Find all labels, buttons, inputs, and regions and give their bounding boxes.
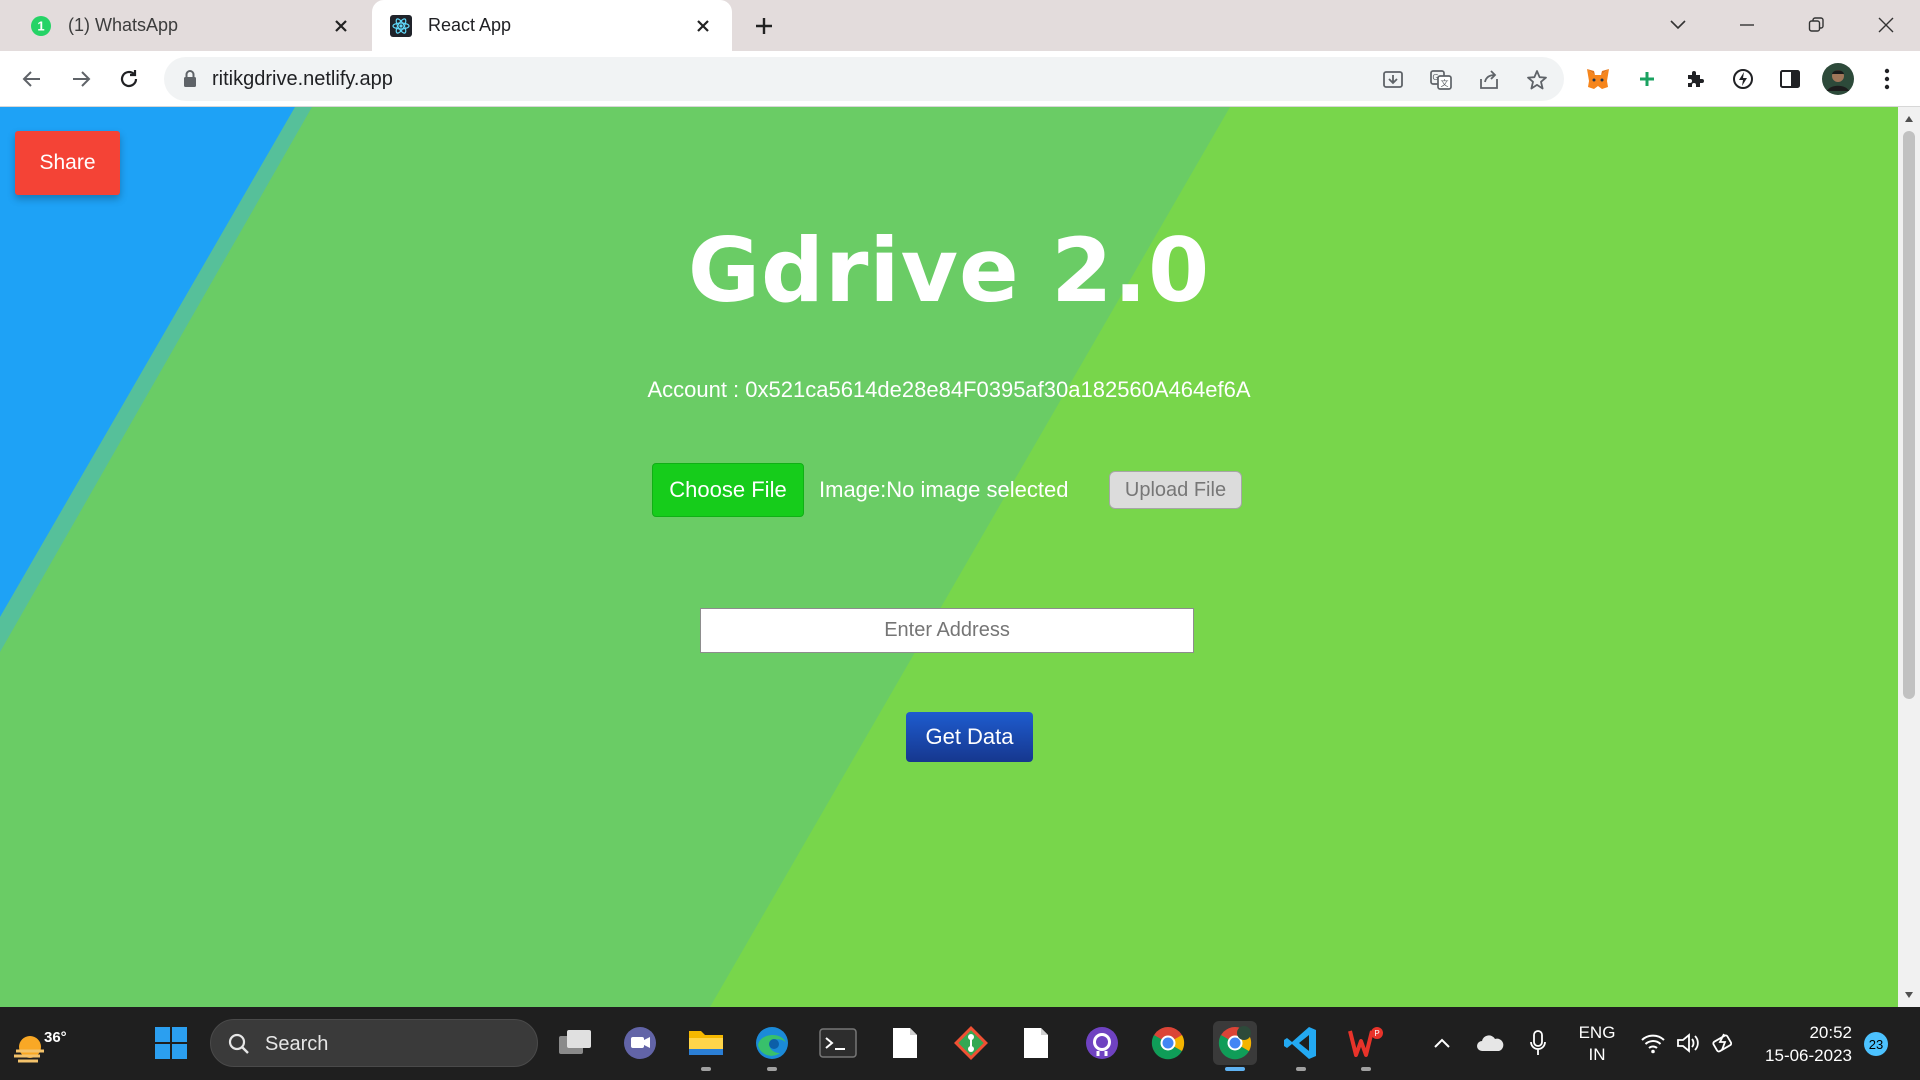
tab-title: (1) WhatsApp bbox=[68, 15, 179, 35]
account-address: Account : 0x521ca5614de28e84F0395af30a18… bbox=[647, 377, 1251, 402]
plus-icon bbox=[756, 18, 772, 34]
minimize-button[interactable] bbox=[1727, 8, 1767, 42]
share-button[interactable]: Share bbox=[15, 131, 120, 195]
tab-whatsapp[interactable]: 1 (1) WhatsApp bbox=[0, 0, 370, 51]
address-bar[interactable]: ritikgdrive.netlify.app 文G bbox=[164, 57, 1564, 101]
start-button[interactable] bbox=[149, 1021, 193, 1065]
tab-react-app[interactable]: React App bbox=[372, 0, 732, 51]
chrome-icon[interactable] bbox=[1146, 1021, 1190, 1065]
upload-file-button[interactable]: Upload File bbox=[1109, 471, 1242, 509]
arrow-right-icon bbox=[73, 71, 91, 87]
notification-badge[interactable]: 23 bbox=[1864, 1032, 1888, 1056]
lock-icon bbox=[184, 70, 196, 87]
search-label: Search bbox=[265, 1033, 329, 1055]
translate-icon[interactable]: 文G bbox=[1426, 65, 1456, 95]
file-icon[interactable] bbox=[1014, 1021, 1058, 1065]
scroll-thumb[interactable] bbox=[1903, 131, 1915, 699]
side-panel-icon[interactable] bbox=[1773, 62, 1807, 96]
metamask-extension-icon[interactable] bbox=[1581, 62, 1615, 96]
language-indicator[interactable]: ENG IN bbox=[1576, 1022, 1618, 1066]
language-code: ENG bbox=[1578, 1023, 1616, 1042]
react-icon bbox=[390, 14, 412, 37]
windows-logo-icon bbox=[155, 1027, 187, 1059]
vscode-icon[interactable] bbox=[1279, 1021, 1323, 1071]
running-indicator bbox=[1296, 1067, 1306, 1071]
bookmark-star-icon[interactable] bbox=[1522, 65, 1552, 95]
svg-text:文: 文 bbox=[1441, 78, 1449, 88]
svg-text:1: 1 bbox=[37, 18, 44, 33]
tab-strip: 1 (1) WhatsApp React App bbox=[0, 0, 1920, 51]
clock-date: 15-06-2023 bbox=[1765, 1046, 1852, 1065]
weather-temperature: 36° bbox=[44, 1029, 67, 1046]
back-button[interactable] bbox=[15, 62, 49, 96]
wifi-icon[interactable] bbox=[1637, 1027, 1669, 1059]
windows-taskbar: 36° Search P ENG IN 20:52 15-06-2023 23 bbox=[0, 1007, 1920, 1080]
new-tab-button[interactable] bbox=[748, 10, 780, 42]
terminal-icon[interactable] bbox=[816, 1021, 860, 1065]
teams-chat-icon[interactable] bbox=[618, 1021, 662, 1065]
scroll-up-icon[interactable] bbox=[1904, 115, 1914, 123]
tab-title: React App bbox=[428, 15, 512, 35]
clock-time: 20:52 bbox=[1809, 1023, 1852, 1042]
forward-button[interactable] bbox=[64, 62, 98, 96]
arrow-left-icon bbox=[22, 71, 40, 87]
image-status-text: Image:No image selected bbox=[819, 477, 1069, 502]
menu-kebab-icon[interactable] bbox=[1870, 62, 1904, 96]
close-icon[interactable] bbox=[326, 11, 356, 41]
chevron-down-icon bbox=[1670, 20, 1686, 30]
running-indicator bbox=[701, 1067, 711, 1071]
reload-icon bbox=[120, 70, 138, 88]
chrome-profile-icon[interactable] bbox=[1213, 1021, 1257, 1071]
file-icon[interactable] bbox=[883, 1021, 927, 1065]
whatsapp-icon: 1 bbox=[31, 15, 51, 36]
extensions-puzzle-icon[interactable] bbox=[1678, 62, 1712, 96]
page-scrollbar[interactable] bbox=[1898, 107, 1920, 1007]
file-explorer-icon[interactable] bbox=[684, 1021, 728, 1071]
reload-button[interactable] bbox=[112, 62, 146, 96]
system-clock[interactable]: 20:52 15-06-2023 bbox=[1752, 1021, 1852, 1067]
get-data-button[interactable]: Get Data bbox=[906, 712, 1033, 762]
edge-browser-icon[interactable] bbox=[750, 1021, 794, 1071]
battery-charging-icon[interactable] bbox=[1708, 1027, 1740, 1059]
active-indicator bbox=[1225, 1067, 1245, 1071]
restore-icon bbox=[1808, 17, 1824, 32]
page-viewport: Share Gdrive 2.0 Account : 0x521ca5614de… bbox=[0, 107, 1898, 1007]
github-desktop-icon[interactable] bbox=[1080, 1021, 1124, 1065]
running-indicator bbox=[767, 1067, 777, 1071]
taskbar-search[interactable]: Search bbox=[210, 1019, 538, 1067]
tab-search-button[interactable] bbox=[1658, 8, 1698, 42]
share-icon[interactable] bbox=[1474, 65, 1504, 95]
close-icon[interactable] bbox=[688, 11, 718, 41]
search-icon bbox=[228, 1033, 249, 1054]
close-window-button[interactable] bbox=[1866, 8, 1906, 42]
weather-widget[interactable]: 36° bbox=[10, 1019, 67, 1069]
plus-extension-icon[interactable] bbox=[1630, 62, 1664, 96]
onedrive-cloud-icon[interactable] bbox=[1474, 1027, 1506, 1059]
wps-office-icon[interactable]: P bbox=[1344, 1021, 1388, 1071]
scroll-down-icon[interactable] bbox=[1904, 991, 1914, 999]
close-icon bbox=[1878, 17, 1894, 33]
volume-icon[interactable] bbox=[1672, 1027, 1704, 1059]
task-view-icon[interactable] bbox=[553, 1021, 597, 1065]
microphone-icon[interactable] bbox=[1522, 1027, 1554, 1059]
restore-button[interactable] bbox=[1796, 8, 1836, 42]
svg-text:G: G bbox=[1432, 73, 1438, 82]
address-input[interactable] bbox=[700, 608, 1194, 653]
page-title: Gdrive 2.0 bbox=[687, 219, 1211, 322]
browser-toolbar: ritikgdrive.netlify.app 文G bbox=[0, 51, 1920, 107]
minimize-icon bbox=[1740, 24, 1754, 26]
performance-icon[interactable] bbox=[1726, 62, 1760, 96]
profile-avatar[interactable] bbox=[1821, 62, 1855, 96]
git-icon[interactable] bbox=[949, 1021, 993, 1065]
region-code: IN bbox=[1588, 1045, 1606, 1064]
show-hidden-icons-chevron-up-icon[interactable] bbox=[1426, 1027, 1458, 1059]
svg-text:P: P bbox=[1374, 1029, 1379, 1038]
choose-file-button[interactable]: Choose File bbox=[652, 463, 804, 517]
install-app-icon[interactable] bbox=[1378, 65, 1408, 95]
url-text: ritikgdrive.netlify.app bbox=[212, 68, 393, 90]
running-indicator bbox=[1361, 1067, 1371, 1071]
